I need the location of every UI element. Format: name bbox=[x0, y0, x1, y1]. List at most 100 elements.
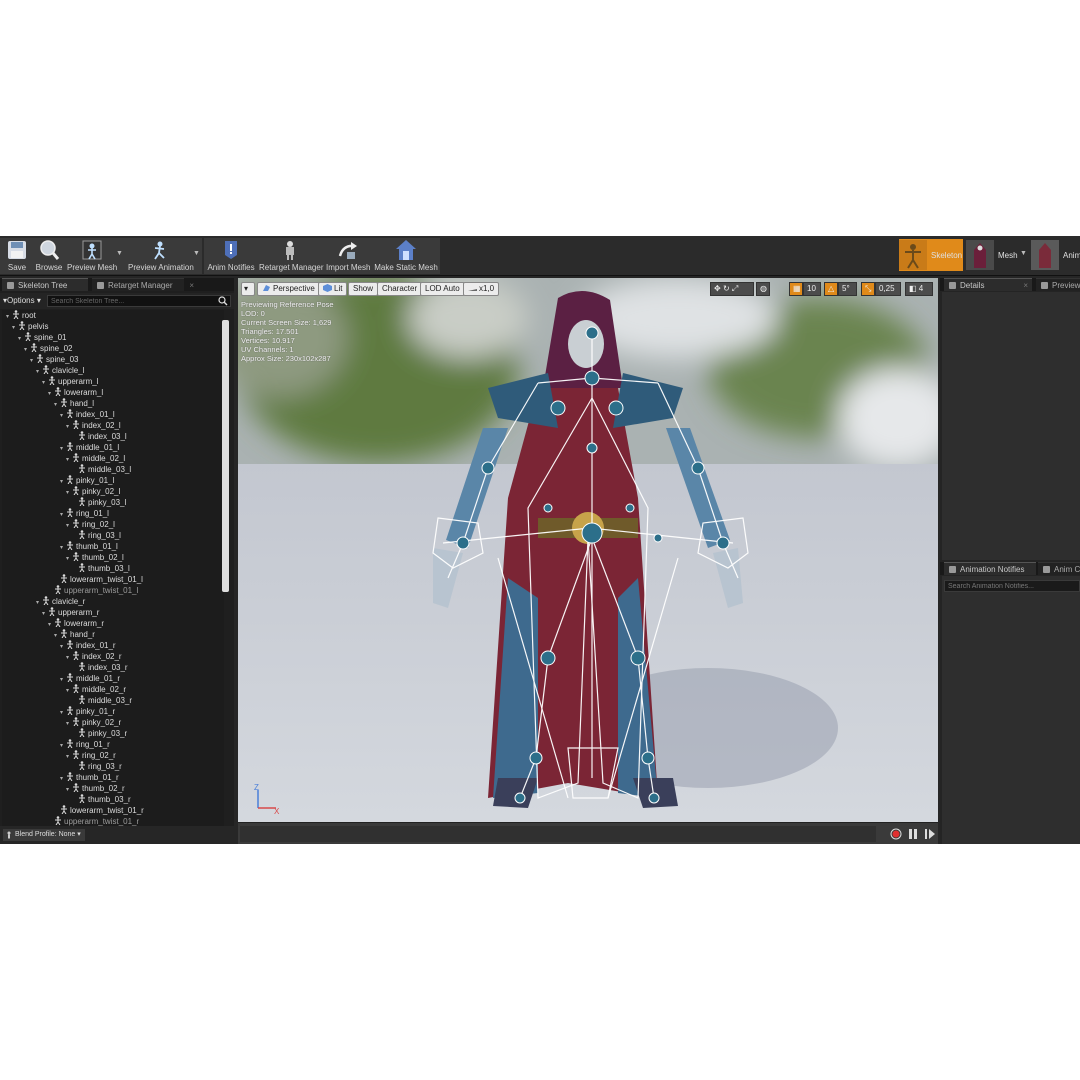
rotation-snap-value[interactable]: 5° bbox=[838, 282, 857, 296]
step-forward-icon[interactable] bbox=[924, 828, 936, 840]
bone-row[interactable]: ▾ lowerarm_r bbox=[48, 618, 104, 629]
bone-row[interactable]: ▾ thumb_02_r bbox=[66, 783, 125, 794]
bone-row[interactable]: ▾ pinky_02_l bbox=[66, 486, 120, 497]
bone-row[interactable]: ▾ ring_01_l bbox=[60, 508, 109, 519]
bone-row[interactable]: ▾ index_02_l bbox=[66, 420, 121, 431]
bone-row[interactable]: ▾ index_02_r bbox=[66, 651, 122, 662]
search-icon[interactable] bbox=[218, 296, 228, 306]
bone-row[interactable]: ▾ thumb_02_l bbox=[66, 552, 124, 563]
show-button[interactable]: Show bbox=[348, 282, 379, 296]
timeline-scrubber[interactable] bbox=[240, 826, 876, 842]
bone-row[interactable]: ▾ upperarm_l bbox=[42, 376, 98, 387]
bone-row[interactable]: ▾ middle_02_r bbox=[66, 684, 126, 695]
import-mesh-button[interactable]: Import Mesh bbox=[326, 238, 370, 274]
bone-row[interactable]: lowerarm_twist_01_l bbox=[54, 574, 143, 585]
bone-row[interactable]: ▾ pinky_01_l bbox=[60, 475, 114, 486]
playback-speed-button[interactable]: x1,0 bbox=[463, 282, 500, 296]
rotate-icon[interactable]: ↻ bbox=[723, 284, 730, 293]
tree-scrollbar[interactable] bbox=[222, 320, 229, 592]
bone-row[interactable]: pinky_03_r bbox=[72, 728, 127, 739]
bone-row[interactable]: upperarm_twist_01_r bbox=[48, 816, 139, 826]
bone-row[interactable]: ring_03_l bbox=[72, 530, 121, 541]
scale-snap-value[interactable]: 0,25 bbox=[875, 282, 901, 296]
mode-skeleton-button[interactable]: Skeleton bbox=[899, 239, 963, 271]
world-local-toggle[interactable]: ◍ bbox=[756, 282, 770, 296]
bone-row[interactable]: ▾ spine_02 bbox=[24, 343, 72, 354]
bone-row[interactable]: pinky_03_l bbox=[72, 497, 126, 508]
bone-row[interactable]: ▾ ring_01_r bbox=[60, 739, 110, 750]
preview-mesh-button[interactable]: Preview Mesh bbox=[67, 238, 117, 274]
scale-snap-toggle[interactable]: ⤡ bbox=[861, 282, 875, 296]
3d-viewport[interactable]: ▾ Perspective Lit Show Character LOD Aut… bbox=[238, 278, 938, 822]
bone-row[interactable]: ▾ spine_01 bbox=[18, 332, 66, 343]
skeleton-search-input[interactable] bbox=[48, 296, 218, 307]
bone-row[interactable]: ▾ clavicle_r bbox=[36, 596, 85, 607]
bone-row[interactable]: ▾ middle_02_l bbox=[66, 453, 125, 464]
stats-line: LOD: 0 bbox=[241, 309, 265, 318]
bone-row[interactable]: ▾ middle_01_r bbox=[60, 673, 120, 684]
make-static-mesh-button[interactable]: Make Static Mesh bbox=[374, 238, 438, 274]
tab-animation-notifies[interactable]: Animation Notifies bbox=[944, 562, 1036, 575]
preview-animation-button[interactable]: Preview Animation bbox=[128, 238, 194, 274]
tab-details[interactable]: Details × bbox=[944, 278, 1032, 291]
bone-row[interactable]: ▾ pinky_02_r bbox=[66, 717, 121, 728]
bone-row[interactable]: ▾ pinky_01_r bbox=[60, 706, 115, 717]
rotation-snap-toggle[interactable]: △ bbox=[824, 282, 838, 296]
translate-icon[interactable]: ✥ bbox=[714, 284, 721, 293]
bone-row[interactable]: ring_03_r bbox=[72, 761, 122, 772]
grid-snap-value[interactable]: 10 bbox=[803, 282, 821, 296]
bone-row[interactable]: ▾ index_01_r bbox=[60, 640, 116, 651]
tab-skeleton-tree[interactable]: Skeleton Tree × bbox=[2, 278, 98, 291]
mode-animation-button[interactable]: Animation bbox=[1031, 239, 1080, 271]
bone-row[interactable]: ▾ ring_02_r bbox=[66, 750, 116, 761]
perspective-button[interactable]: Perspective bbox=[257, 282, 320, 296]
bone-row[interactable]: ▾ thumb_01_r bbox=[60, 772, 119, 783]
grid-snap-toggle[interactable]: ▦ bbox=[789, 282, 803, 296]
retarget-manager-button[interactable]: Retarget Manager bbox=[259, 238, 323, 274]
bone-row[interactable]: ▾ root bbox=[6, 310, 36, 321]
scale-icon[interactable]: ⤢ bbox=[732, 284, 738, 293]
save-button[interactable]: Save bbox=[3, 238, 31, 274]
bone-row[interactable]: ▾ thumb_01_l bbox=[60, 541, 118, 552]
viewport-options-dropdown[interactable]: ▾ bbox=[241, 282, 255, 296]
mesh-mode-dropdown-icon[interactable]: ▼ bbox=[1020, 250, 1027, 257]
bone-row[interactable]: index_03_r bbox=[72, 662, 128, 673]
tab-preview[interactable]: Preview bbox=[1036, 278, 1080, 291]
tab-anim-curves[interactable]: Anim Cu bbox=[1038, 562, 1080, 575]
close-tab-icon[interactable]: × bbox=[1023, 279, 1028, 292]
browse-button[interactable]: Browse bbox=[34, 238, 64, 274]
preview-mesh-dropdown-icon[interactable]: ▼ bbox=[116, 250, 123, 257]
bone-row[interactable]: lowerarm_twist_01_r bbox=[54, 805, 144, 816]
bone-row[interactable]: middle_03_l bbox=[72, 464, 131, 475]
bone-row[interactable]: middle_03_r bbox=[72, 695, 132, 706]
bone-row[interactable]: ▾ hand_l bbox=[54, 398, 94, 409]
record-icon[interactable] bbox=[890, 828, 902, 840]
bone-row[interactable]: ▾ ring_02_l bbox=[66, 519, 115, 530]
bone-row[interactable]: ▾ clavicle_l bbox=[36, 365, 84, 376]
anim-notifies-button[interactable]: Anim Notifies bbox=[206, 238, 256, 274]
bone-row[interactable]: upperarm_twist_01_l bbox=[48, 585, 138, 596]
bone-row[interactable]: ▾ spine_03 bbox=[30, 354, 78, 365]
bone-row[interactable]: ▾ upperarm_r bbox=[42, 607, 99, 618]
pause-icon[interactable] bbox=[907, 828, 919, 840]
close-tab-icon[interactable]: × bbox=[189, 279, 194, 292]
bone-row[interactable]: ▾ index_01_l bbox=[60, 409, 115, 420]
bone-row[interactable]: thumb_03_r bbox=[72, 794, 131, 805]
bone-row[interactable]: ▾ lowerarm_l bbox=[48, 387, 103, 398]
transform-tools-group[interactable]: ✥ ↻ ⤢ bbox=[710, 282, 754, 296]
lit-button[interactable]: Lit bbox=[318, 282, 348, 296]
tab-retarget-manager[interactable]: Retarget Manager × bbox=[92, 278, 194, 291]
bone-row[interactable]: ▾ hand_r bbox=[54, 629, 95, 640]
mode-mesh-button[interactable]: Mesh bbox=[966, 239, 1028, 271]
bone-row[interactable]: index_03_l bbox=[72, 431, 127, 442]
options-dropdown[interactable]: ▾Options ▾ bbox=[3, 296, 41, 305]
bone-row[interactable]: thumb_03_l bbox=[72, 563, 130, 574]
preview-animation-dropdown-icon[interactable]: ▼ bbox=[193, 250, 200, 257]
lod-auto-button[interactable]: LOD Auto bbox=[420, 282, 465, 296]
camera-speed-button[interactable]: ◧ 4 bbox=[905, 282, 933, 296]
animation-notifies-search-input[interactable] bbox=[945, 581, 1077, 592]
bone-row[interactable]: ▾ pelvis bbox=[12, 321, 48, 332]
blend-profile-dropdown[interactable]: Blend Profile: None ▾ bbox=[3, 829, 85, 841]
bone-row[interactable]: ▾ middle_01_l bbox=[60, 442, 119, 453]
character-button[interactable]: Character bbox=[377, 282, 423, 296]
